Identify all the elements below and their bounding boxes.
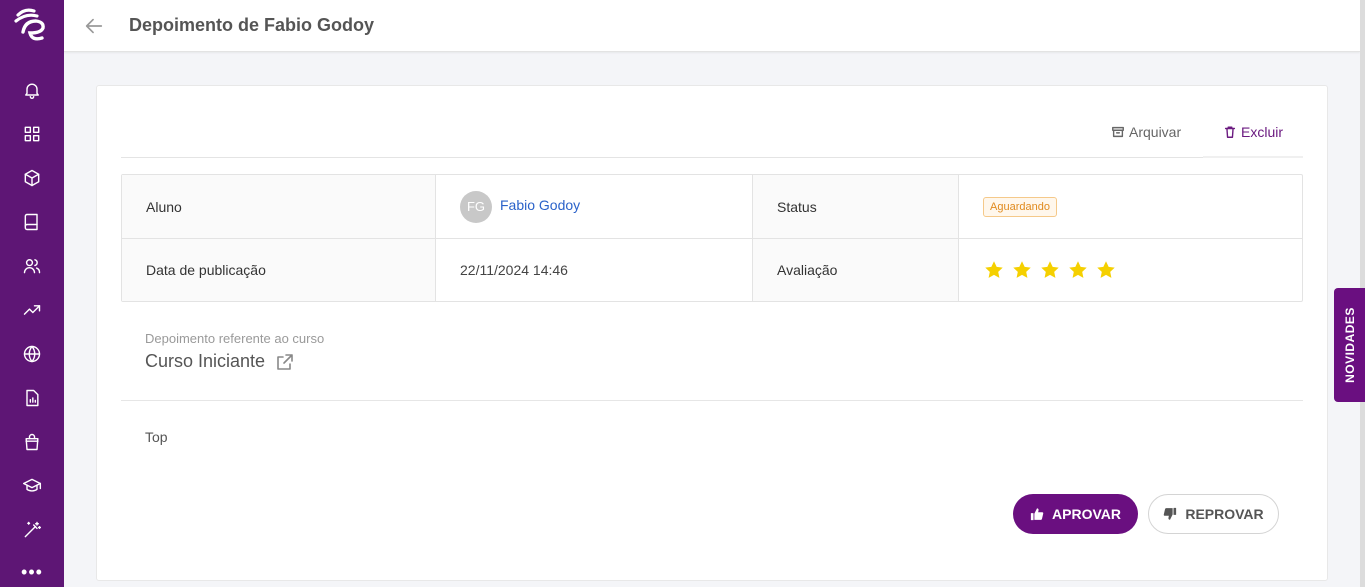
- sidebar-item-dashboard[interactable]: [0, 112, 64, 156]
- reject-label: REPROVAR: [1185, 506, 1264, 522]
- course-reference-label: Depoimento referente ao curso: [145, 331, 325, 346]
- student-label: Aluno: [122, 175, 436, 238]
- sidebar-item-reports[interactable]: [0, 288, 64, 332]
- shopping-bag-icon: [25, 433, 39, 451]
- archive-label: Arquivar: [1129, 124, 1182, 140]
- trash-icon: [1224, 126, 1236, 138]
- app-logo[interactable]: [0, 0, 64, 52]
- page-title: Depoimento de Fabio Godoy: [129, 15, 375, 35]
- globe-icon: [23, 345, 41, 363]
- table-row: Aluno FG Fabio Godoy Status Aguardando: [122, 175, 1302, 239]
- magic-wand-icon: [24, 521, 42, 538]
- back-arrow-icon[interactable]: [83, 15, 105, 37]
- archive-button[interactable]: Arquivar: [1111, 124, 1181, 140]
- delete-button[interactable]: Excluir: [1223, 124, 1283, 140]
- star-icon: [1097, 261, 1115, 278]
- testimony-card: Arquivar Excluir Aluno FG Fabio Godoy St…: [96, 85, 1328, 581]
- student-name-link[interactable]: Fabio Godoy: [500, 197, 580, 213]
- rating-stars: [983, 259, 1117, 281]
- archive-icon: [1112, 126, 1124, 138]
- sidebar-item-tools[interactable]: [0, 508, 64, 552]
- course-name: Curso Iniciante: [145, 351, 266, 371]
- external-link-icon[interactable]: [275, 352, 295, 372]
- status-label: Status: [753, 175, 959, 238]
- graduation-cap-icon: [22, 478, 42, 492]
- sidebar-nav: [0, 68, 64, 552]
- thumbs-up-icon: [1030, 508, 1044, 521]
- divider: [121, 400, 1303, 401]
- page-header: Depoimento de Fabio Godoy: [64, 0, 1360, 52]
- report-icon: [26, 389, 39, 407]
- star-icon: [1013, 261, 1031, 278]
- star-icon: [985, 261, 1003, 278]
- users-icon: [23, 259, 41, 274]
- grid-icon: [24, 126, 40, 142]
- status-badge: Aguardando: [983, 196, 1057, 217]
- box-icon: [24, 169, 40, 187]
- sidebar-item-students[interactable]: [0, 244, 64, 288]
- thumbs-down-icon: [1164, 507, 1177, 520]
- approve-label: APROVAR: [1052, 506, 1121, 522]
- sidebar-item-products[interactable]: [0, 156, 64, 200]
- sidebar: •••: [0, 0, 64, 587]
- sidebar-more-button[interactable]: •••: [0, 562, 64, 583]
- sidebar-item-documents[interactable]: [0, 376, 64, 420]
- news-side-tab-label: NOVIDADES: [1342, 307, 1357, 383]
- rating-label: Avaliação: [753, 239, 959, 301]
- reject-button[interactable]: REPROVAR: [1148, 494, 1279, 534]
- card-actions: Arquivar Excluir: [121, 86, 1303, 158]
- approve-button[interactable]: APROVAR: [1013, 494, 1138, 534]
- delete-label: Excluir: [1241, 124, 1284, 140]
- news-side-tab[interactable]: NOVIDADES: [1334, 288, 1365, 402]
- star-icon: [1069, 261, 1087, 278]
- testimony-text: Top: [145, 429, 168, 445]
- table-row: Data de publicação 22/11/2024 14:46 Aval…: [122, 239, 1302, 301]
- publication-date-value: 22/11/2024 14:46: [436, 239, 753, 301]
- star-icon: [1041, 261, 1059, 278]
- course-reference: Depoimento referente ao curso Curso Inic…: [145, 331, 324, 372]
- trending-up-icon: [23, 305, 41, 315]
- status-cell: Aguardando: [959, 175, 1302, 238]
- course-name-row: Curso Iniciante: [145, 351, 324, 372]
- sidebar-item-sales[interactable]: [0, 420, 64, 464]
- publication-date-label: Data de publicação: [122, 239, 436, 301]
- bell-icon: [25, 83, 39, 99]
- student-cell: FG Fabio Godoy: [436, 175, 753, 238]
- sidebar-item-site[interactable]: [0, 332, 64, 376]
- sidebar-item-courses[interactable]: [0, 200, 64, 244]
- book-icon: [24, 213, 38, 231]
- sidebar-item-education[interactable]: [0, 464, 64, 508]
- testimony-info-table: Aluno FG Fabio Godoy Status Aguardando D…: [121, 174, 1303, 302]
- delete-tab-underline: [1203, 156, 1303, 158]
- rating-cell: [959, 239, 1302, 301]
- avatar: FG: [460, 190, 492, 223]
- sidebar-item-notifications[interactable]: [0, 68, 64, 112]
